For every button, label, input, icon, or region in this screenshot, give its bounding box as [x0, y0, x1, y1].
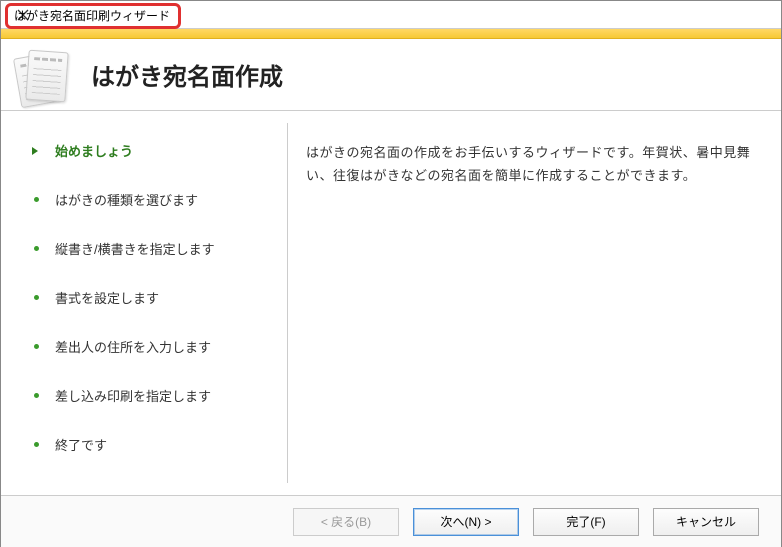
back-button: < 戻る(B)	[293, 508, 399, 536]
wizard-step-label: 縦書き/横書きを指定します	[55, 239, 215, 258]
wizard-body: 始めましょうはがきの種類を選びます縦書き/横書きを指定します書式を設定します差出…	[1, 111, 781, 495]
titlebar: はがき宛名面印刷ウィザード	[1, 1, 781, 29]
wizard-step-label: 差し込み印刷を指定します	[55, 386, 211, 405]
step-dot-icon	[31, 440, 41, 450]
wizard-step-4: 差出人の住所を入力します	[31, 337, 269, 356]
finish-button[interactable]: 完了(F)	[533, 508, 639, 536]
step-dot-icon	[31, 195, 41, 205]
wizard-header: はがき宛名面作成	[1, 39, 781, 111]
step-dot-icon	[31, 293, 41, 303]
wizard-step-label: はがきの種類を選びます	[55, 190, 198, 209]
wizard-step-2: 縦書き/横書きを指定します	[31, 239, 269, 258]
window-title: はがき宛名面印刷ウィザード	[5, 3, 181, 29]
step-dot-icon	[31, 342, 41, 352]
wizard-step-label: 書式を設定します	[55, 288, 159, 307]
cancel-button-label: キャンセル	[676, 513, 736, 530]
wizard-step-6: 終了です	[31, 435, 269, 454]
wizard-step-label: 始めましょう	[55, 141, 133, 160]
finish-button-label: 完了(F)	[566, 513, 605, 530]
step-dot-icon	[31, 391, 41, 401]
button-bar: < 戻る(B) 次へ(N) > 完了(F) キャンセル	[1, 495, 781, 547]
wizard-step-0: 始めましょう	[31, 141, 269, 160]
next-button[interactable]: 次へ(N) >	[413, 508, 519, 536]
intro-text: はがきの宛名面の作成をお手伝いするウィザードです。年賀状、暑中見舞い、往復はがき…	[306, 141, 759, 188]
wizard-step-3: 書式を設定します	[31, 288, 269, 307]
wizard-step-5: 差し込み印刷を指定します	[31, 386, 269, 405]
wizard-step-label: 差出人の住所を入力します	[55, 337, 211, 356]
page-title: はがき宛名面作成	[91, 57, 283, 92]
postcard-icon	[15, 47, 71, 103]
wizard-step-1: はがきの種類を選びます	[31, 190, 269, 209]
ribbon-accent	[1, 29, 781, 39]
arrow-right-icon	[31, 146, 41, 156]
cancel-button[interactable]: キャンセル	[653, 508, 759, 536]
wizard-step-label: 終了です	[55, 435, 107, 454]
step-dot-icon	[31, 244, 41, 254]
steps-list: 始めましょうはがきの種類を選びます縦書き/横書きを指定します書式を設定します差出…	[1, 111, 287, 495]
step-content: はがきの宛名面の作成をお手伝いするウィザードです。年賀状、暑中見舞い、往復はがき…	[288, 111, 781, 495]
next-button-label: 次へ(N) >	[440, 513, 491, 530]
back-button-label: < 戻る(B)	[321, 513, 371, 530]
